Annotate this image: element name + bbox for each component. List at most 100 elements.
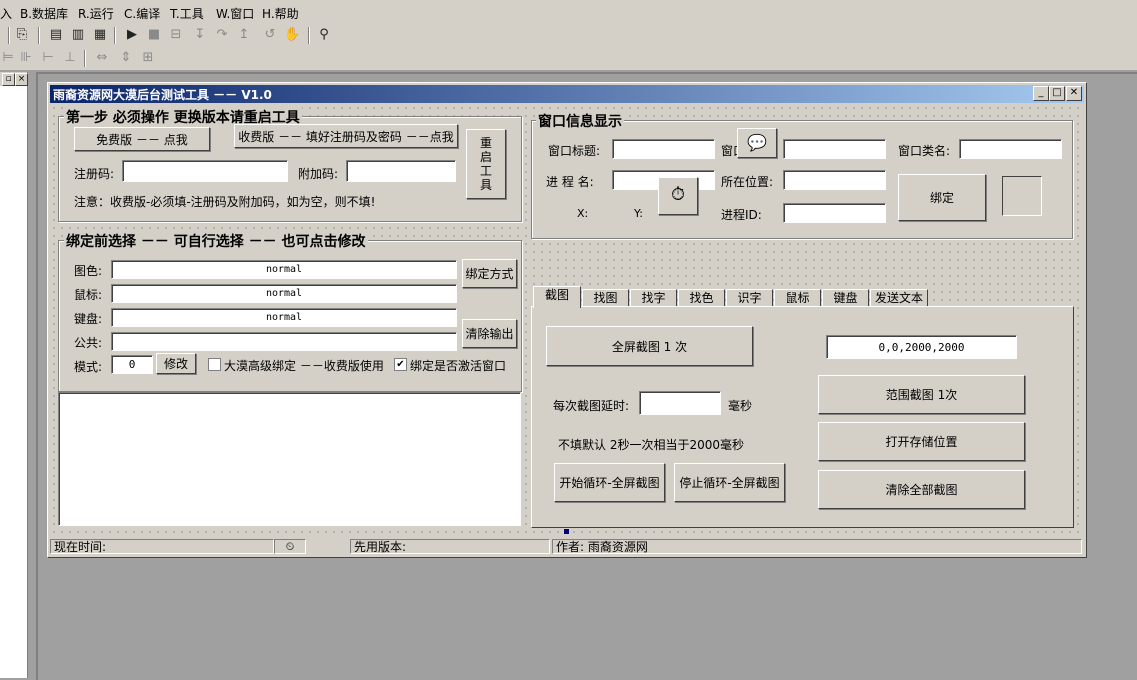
paid-note: 注意：收费版-必须填-注册码及附加码，如为空，则不填!	[74, 195, 376, 209]
capture-range-input[interactable]: 0,0,2000,2000	[826, 335, 1017, 359]
window-class-label: 窗口类名:	[898, 144, 951, 158]
left-panel-caption: ▫ ×	[0, 72, 28, 86]
status-version: 先用版本:	[350, 539, 550, 554]
fullscreen-capture-button[interactable]: 全屏截图 1 次	[546, 326, 753, 366]
x-label: X:	[577, 207, 589, 220]
align-left-icon[interactable]: ⊨	[0, 50, 16, 66]
start-loop-capture-button[interactable]: 开始循环-全屏截图	[554, 463, 665, 502]
activate-window-checkbox[interactable]: ✔	[394, 358, 407, 371]
window-class-input[interactable]	[959, 139, 1062, 159]
range-capture-button[interactable]: 范围截图 1次	[818, 375, 1025, 414]
step-over-icon[interactable]: ↷	[214, 27, 230, 43]
form-close-button[interactable]: ✕	[1066, 86, 1082, 101]
menu-window[interactable]: W.窗口	[216, 5, 254, 22]
step-out-icon[interactable]: ↥	[236, 27, 252, 43]
selection-handle[interactable]	[564, 529, 569, 534]
keypad-mode-input[interactable]: normal	[111, 308, 457, 327]
layout-top-icon[interactable]: ▥	[70, 27, 86, 43]
toolbar-main: ⎘ ▤ ▥ ▦ ▶ ■ ⊟ ↧ ↷ ↥ ↺ ✋ ⚲	[0, 24, 1137, 47]
step-into-icon[interactable]: ↧	[192, 27, 208, 43]
stopwatch-icon[interactable]: ⏱	[658, 177, 698, 215]
menu-run[interactable]: R.运行	[78, 5, 114, 22]
space-h-icon[interactable]: ⇔	[94, 50, 110, 66]
open-storage-button[interactable]: 打开存储位置	[818, 422, 1025, 461]
minimize-button[interactable]: _	[1033, 86, 1049, 101]
menu-bar: 入 B.数据库 R.运行 C.编译 T.工具 W.窗口 H.帮助	[0, 0, 1137, 24]
status-author: 作者: 雨裔资源网	[552, 539, 1082, 554]
restart-tool-button[interactable]: 重启工具	[466, 129, 506, 199]
layout-left-icon[interactable]: ▤	[48, 27, 64, 43]
modify-button[interactable]: 修改	[156, 353, 196, 374]
tab-find-image[interactable]: 找图	[582, 289, 629, 307]
menu-database[interactable]: B.数据库	[20, 5, 68, 22]
tab-find-text[interactable]: 找字	[630, 289, 677, 307]
menu-insert[interactable]: 入	[0, 5, 12, 22]
display-mode-input[interactable]: normal	[111, 260, 457, 279]
extra-code-label: 附加码:	[298, 167, 339, 181]
clear-output-button[interactable]: 清除输出	[462, 319, 517, 348]
default-delay-note: 不填默认 2秒一次相当于2000毫秒	[558, 438, 744, 452]
message-icon[interactable]: 💬	[737, 128, 777, 158]
advanced-bind-label: 大漠高级绑定 －－收费版使用	[224, 359, 384, 373]
restore-icon[interactable]: ▫	[2, 73, 15, 86]
tab-find-color[interactable]: 找色	[678, 289, 725, 307]
window-title-input[interactable]	[612, 139, 715, 159]
align-width-icon[interactable]: ⊢	[40, 50, 56, 66]
toolbar-align: ⊨ ⊪ ⊢ ⊥ ⇔ ⇕ ⊞	[0, 47, 1137, 70]
display-label: 图色:	[74, 264, 103, 278]
location-label: 所在位置:	[721, 175, 774, 189]
stop-loop-capture-button[interactable]: 停止循环-全屏截图	[674, 463, 785, 502]
tab-screenshot[interactable]: 截图	[533, 286, 581, 308]
mouse-mode-input[interactable]: normal	[111, 284, 457, 303]
mode-input[interactable]: 0	[111, 355, 153, 374]
hand-icon[interactable]: ✋	[284, 27, 300, 43]
mouse-label: 鼠标:	[74, 288, 103, 302]
align-center-icon[interactable]: ⊪	[18, 50, 34, 66]
menu-compile[interactable]: C.编译	[124, 5, 160, 22]
pid-input[interactable]	[783, 203, 886, 223]
reg-code-input[interactable]	[122, 160, 288, 182]
color-preview-box	[1002, 176, 1042, 216]
tab-mouse[interactable]: 鼠标	[774, 289, 821, 307]
run-to-cursor-icon[interactable]: ↺	[262, 27, 278, 43]
tab-ocr[interactable]: 识字	[726, 289, 773, 307]
stop-icon[interactable]: ■	[146, 27, 162, 43]
menu-tools[interactable]: T.工具	[170, 5, 204, 22]
find-icon[interactable]: ⚲	[316, 27, 332, 43]
capture-delay-input[interactable]	[639, 391, 721, 415]
window-handle-input[interactable]	[783, 139, 886, 159]
maximize-button[interactable]: □	[1049, 86, 1065, 101]
menu-help[interactable]: H.帮助	[262, 5, 299, 22]
advanced-bind-checkbox[interactable]	[208, 358, 221, 371]
bind-title: 绑定前选择 －－ 可自行选择 －－ 也可点击修改	[64, 231, 368, 251]
clear-all-captures-button[interactable]: 清除全部截图	[818, 470, 1025, 509]
activate-window-label: 绑定是否激活窗口	[410, 359, 507, 373]
left-panel	[0, 72, 28, 678]
space-v-icon[interactable]: ⇕	[118, 50, 134, 66]
tab-keyboard[interactable]: 键盘	[822, 289, 869, 307]
tab-send-text[interactable]: 发送文本	[870, 289, 928, 307]
public-input[interactable]	[111, 332, 457, 351]
paid-version-button[interactable]: 收费版 －－ 填好注册码及密码 －－点我	[234, 124, 458, 148]
extra-code-input[interactable]	[346, 160, 456, 182]
center-icon[interactable]: ⊞	[140, 50, 156, 66]
layout-grid-icon[interactable]: ▦	[92, 27, 108, 43]
mode-label: 模式:	[74, 360, 103, 374]
free-version-button[interactable]: 免费版 －－ 点我	[74, 127, 210, 151]
align-height-icon[interactable]: ⊥	[62, 50, 78, 66]
pid-label: 进程ID:	[721, 208, 762, 222]
preview-icon[interactable]: ⎘	[14, 27, 30, 43]
debug-icon[interactable]: ⊟	[168, 27, 184, 43]
output-textarea[interactable]	[58, 392, 521, 526]
bind-button[interactable]: 绑定	[898, 174, 986, 221]
form-title: 雨裔资源网大漠后台测试工具 －－ V1.0	[53, 88, 272, 102]
close-icon[interactable]: ×	[15, 73, 28, 86]
location-input[interactable]	[783, 170, 886, 190]
window-title-label: 窗口标题:	[548, 144, 601, 158]
y-label: Y:	[634, 207, 643, 220]
bind-method-button[interactable]: 绑定方式	[462, 259, 517, 288]
run-icon[interactable]: ▶	[124, 27, 140, 43]
status-time: 现在时间:	[50, 539, 274, 554]
reg-code-label: 注册码:	[74, 167, 115, 181]
timer-icon: ⏲	[274, 539, 306, 554]
